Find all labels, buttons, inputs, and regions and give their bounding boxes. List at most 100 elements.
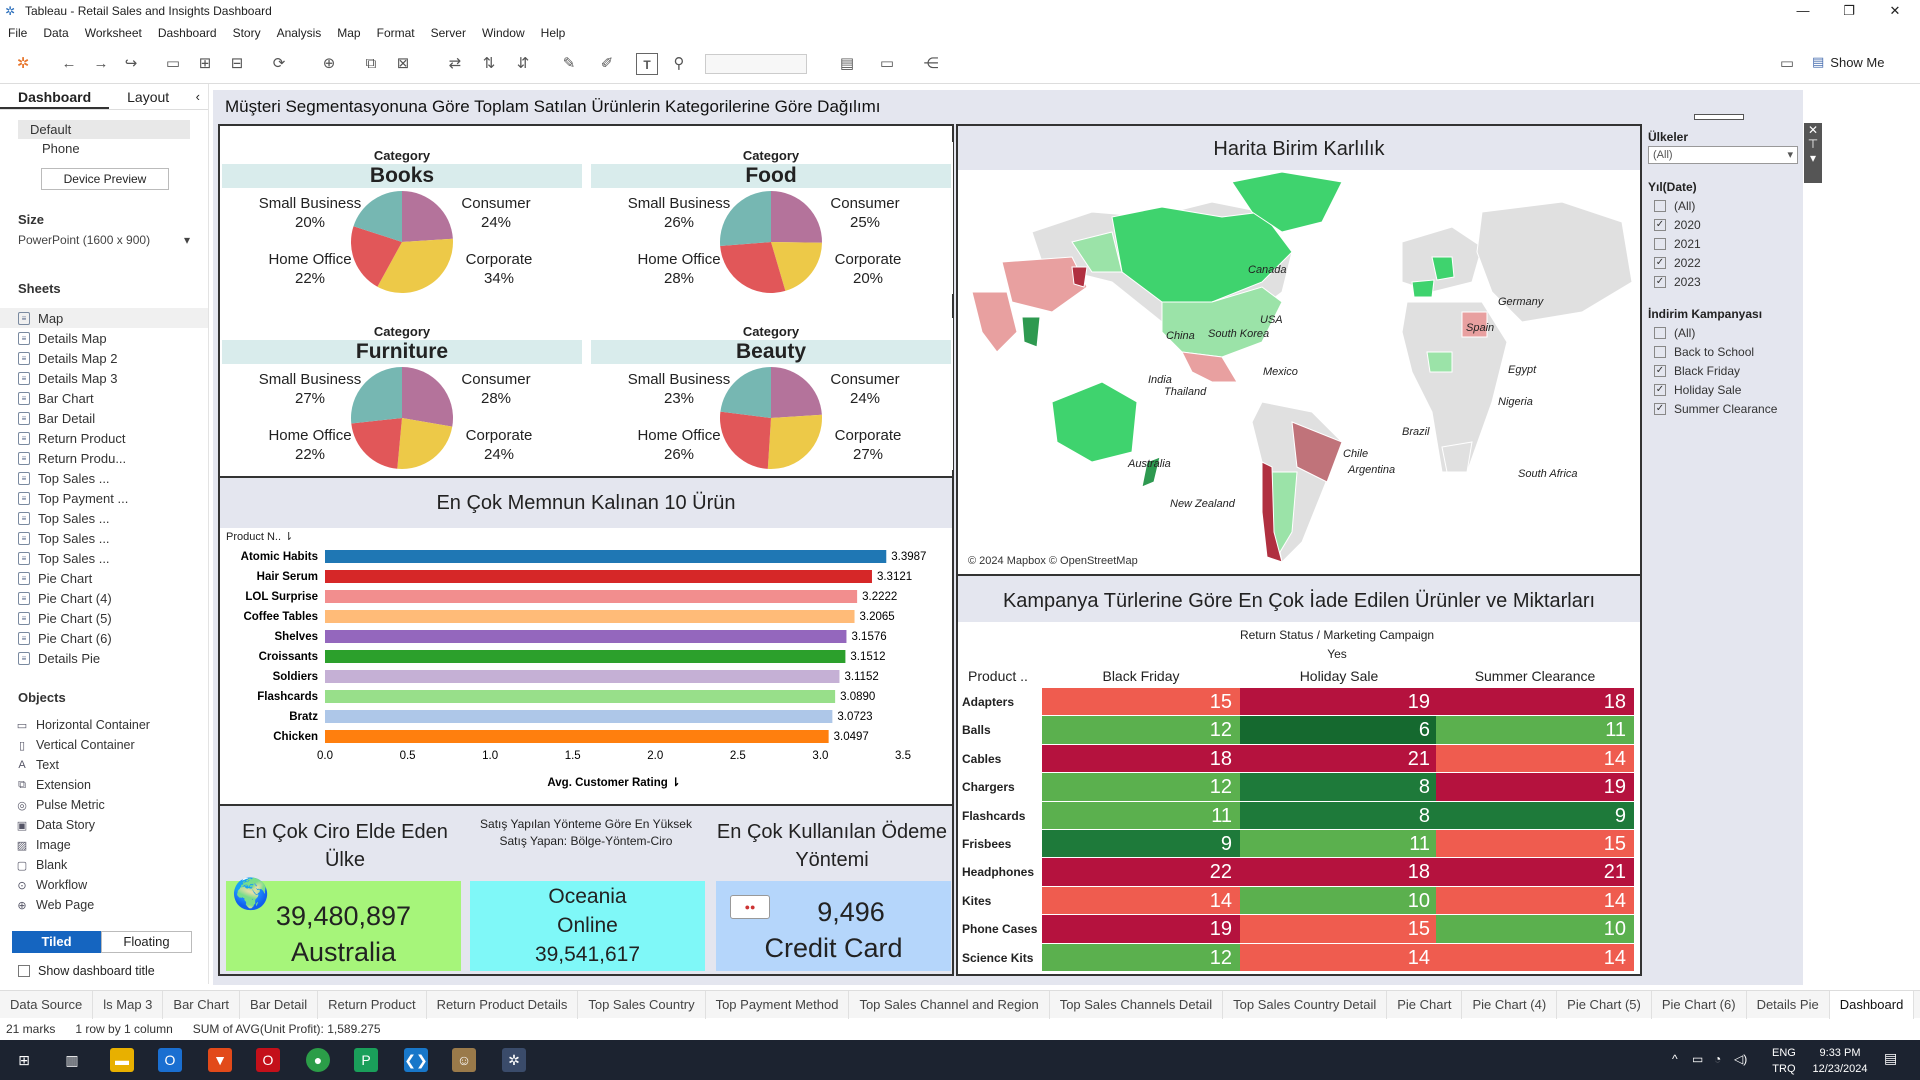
object-item[interactable]: ▯ Vertical Container — [0, 735, 208, 755]
heatmap-cell[interactable]: 14 — [1436, 886, 1634, 915]
sheet-tab[interactable]: Top Sales Channel and Region — [849, 990, 1050, 1019]
heatmap-cell[interactable]: 9 — [1042, 830, 1240, 858]
collapse-panel-icon[interactable]: ‹ — [188, 84, 208, 109]
device-default[interactable]: Default — [18, 120, 190, 139]
file-explorer-icon[interactable]: ▬ — [110, 1048, 134, 1072]
object-item[interactable]: ⧉ Extension — [0, 775, 208, 795]
clear-icon[interactable]: ⊠ — [392, 53, 414, 75]
maximize-button[interactable]: ❐ — [1826, 0, 1872, 22]
heatmap-cell[interactable]: 19 — [1436, 773, 1634, 801]
filter-option[interactable]: 2021 — [1644, 234, 1802, 253]
fix-axes-icon[interactable]: ⚲ — [668, 53, 690, 75]
annotate-icon[interactable]: ✐ — [596, 53, 618, 75]
menu-item[interactable]: Dashboard — [150, 26, 225, 40]
redo-icon[interactable]: → — [90, 53, 112, 75]
sheet-tab[interactable]: Return Product — [318, 990, 427, 1019]
heatmap-cell[interactable]: 18 — [1240, 858, 1438, 886]
heatmap-cell[interactable]: 12 — [1042, 716, 1240, 744]
sheet-tab[interactable]: Top Sales Channels Detail — [1050, 990, 1224, 1019]
drag-handle-icon[interactable] — [1694, 114, 1744, 120]
sheet-tab[interactable]: Pie Chart — [1387, 990, 1463, 1019]
filter-option[interactable]: ✓ Black Friday — [1644, 361, 1802, 380]
tiled-toggle[interactable]: Tiled — [12, 931, 101, 953]
heatmap-cell[interactable]: 11 — [1240, 830, 1438, 858]
show-me-button[interactable]: ▤ Show Me — [1812, 54, 1885, 70]
heatmap-cell[interactable]: 11 — [1436, 716, 1634, 744]
menu-item[interactable]: Worksheet — [77, 26, 150, 40]
floating-toggle[interactable]: Floating — [101, 931, 192, 953]
filter-option[interactable]: Back to School — [1644, 342, 1802, 361]
heatmap-cell[interactable]: 18 — [1436, 688, 1634, 716]
sheet-tab[interactable]: Top Sales Country Detail — [1223, 990, 1388, 1019]
object-item[interactable]: A Text — [0, 755, 208, 775]
share-icon[interactable]: ⋲ — [920, 53, 942, 75]
clock[interactable]: 9:33 PM 12/23/2024 — [1808, 1045, 1872, 1077]
filter-option[interactable]: ✓ 2020 — [1644, 215, 1802, 234]
bar[interactable] — [325, 550, 887, 563]
tray-chevron-icon[interactable]: ^ — [1672, 1052, 1678, 1066]
highlight-icon[interactable]: ✎ — [558, 53, 580, 75]
object-item[interactable]: ▨ Image — [0, 835, 208, 855]
chrome-icon[interactable]: ● — [306, 1048, 330, 1072]
sheet-item[interactable]: ≡ Bar Detail — [0, 408, 208, 428]
duplicate-icon[interactable]: ⧉ — [360, 53, 382, 75]
sheet-item[interactable]: ≡ Bar Chart — [0, 388, 208, 408]
heatmap-cell[interactable]: 22 — [1042, 858, 1240, 886]
heatmap-cell[interactable]: 14 — [1436, 744, 1634, 773]
sheet-item[interactable]: ≡ Top Sales ... — [0, 468, 208, 488]
size-dropdown[interactable]: PowerPoint (1600 x 900) ▾ — [12, 233, 196, 253]
save-icon[interactable]: ▭ — [162, 53, 184, 75]
filter-controls[interactable]: ✕ ⊤ ▾ — [1804, 123, 1822, 183]
wifi-icon[interactable]: ◔ — [1714, 1052, 1721, 1066]
sheet-item[interactable]: ≡ Top Payment ... — [0, 488, 208, 508]
heatmap-cell[interactable]: 21 — [1436, 858, 1634, 886]
sheet-tab[interactable]: Pie Chart (5) — [1557, 990, 1652, 1019]
menu-item[interactable]: Analysis — [269, 26, 330, 40]
show-title-checkbox[interactable]: Show dashboard title — [18, 964, 155, 978]
heatmap-cell[interactable]: 14 — [1240, 943, 1438, 971]
sheet-tab[interactable]: Return Product Details — [427, 990, 579, 1019]
sheet-item[interactable]: ≡ Top Sales ... — [0, 528, 208, 548]
sheet-item[interactable]: ≡ Pie Chart (6) — [0, 628, 208, 648]
sheet-item[interactable]: ≡ Pie Chart (5) — [0, 608, 208, 628]
object-item[interactable]: ▣ Data Story — [0, 815, 208, 835]
tableau-icon[interactable]: ✲ — [12, 53, 34, 75]
menu-item[interactable]: Data — [35, 26, 76, 40]
heatmap-cell[interactable]: 8 — [1240, 773, 1438, 801]
object-item[interactable]: ▭ Horizontal Container — [0, 715, 208, 735]
filter-option[interactable]: ✓ Summer Clearance — [1644, 399, 1802, 418]
new-datasource-icon[interactable]: ⊞ — [194, 53, 216, 75]
sheet-tab[interactable]: Bar Detail — [240, 990, 319, 1019]
sheet-tab[interactable]: Bar Chart — [163, 990, 241, 1019]
sheet-item[interactable]: ≡ Return Product — [0, 428, 208, 448]
opera-icon[interactable]: O — [256, 1048, 280, 1072]
refresh-icon[interactable]: ⟳ — [268, 53, 290, 75]
sheet-item[interactable]: ≡ Pie Chart — [0, 568, 208, 588]
object-item[interactable]: ◎ Pulse Metric — [0, 795, 208, 815]
heatmap-cell[interactable]: 12 — [1042, 773, 1240, 801]
object-item[interactable]: ⊕ Web Page — [0, 895, 208, 915]
heatmap-cell[interactable]: 14 — [1042, 886, 1240, 915]
filter-option[interactable]: (All) — [1644, 323, 1802, 342]
device-phone[interactable]: Phone — [0, 139, 208, 158]
menu-item[interactable]: Help — [533, 26, 574, 40]
notifications-icon[interactable]: ▤ — [1884, 1050, 1897, 1067]
new-sheet-icon[interactable]: ⊕ — [318, 53, 340, 75]
bar[interactable] — [325, 630, 847, 643]
object-item[interactable]: ⊙ Workflow — [0, 875, 208, 895]
sheet-tab[interactable]: Pie Chart (4) — [1462, 990, 1558, 1019]
pycharm-icon[interactable]: P — [354, 1048, 378, 1072]
menu-item[interactable]: File — [0, 26, 35, 40]
heatmap-cell[interactable]: 9 — [1436, 801, 1634, 829]
sheet-item[interactable]: ≡ Return Produ... — [0, 448, 208, 468]
menu-item[interactable]: Window — [474, 26, 533, 40]
heatmap-cell[interactable]: 21 — [1240, 744, 1438, 773]
tab-layout[interactable]: Layout — [109, 84, 187, 109]
heatmap-cell[interactable]: 12 — [1042, 943, 1240, 971]
bar[interactable] — [325, 650, 846, 663]
object-item[interactable]: ▢ Blank — [0, 855, 208, 875]
heatmap-cell[interactable]: 11 — [1042, 801, 1240, 829]
world-map[interactable] — [962, 172, 1638, 572]
heatmap-cell[interactable]: 10 — [1436, 915, 1634, 943]
sheet-item[interactable]: ≡ Details Pie — [0, 648, 208, 668]
